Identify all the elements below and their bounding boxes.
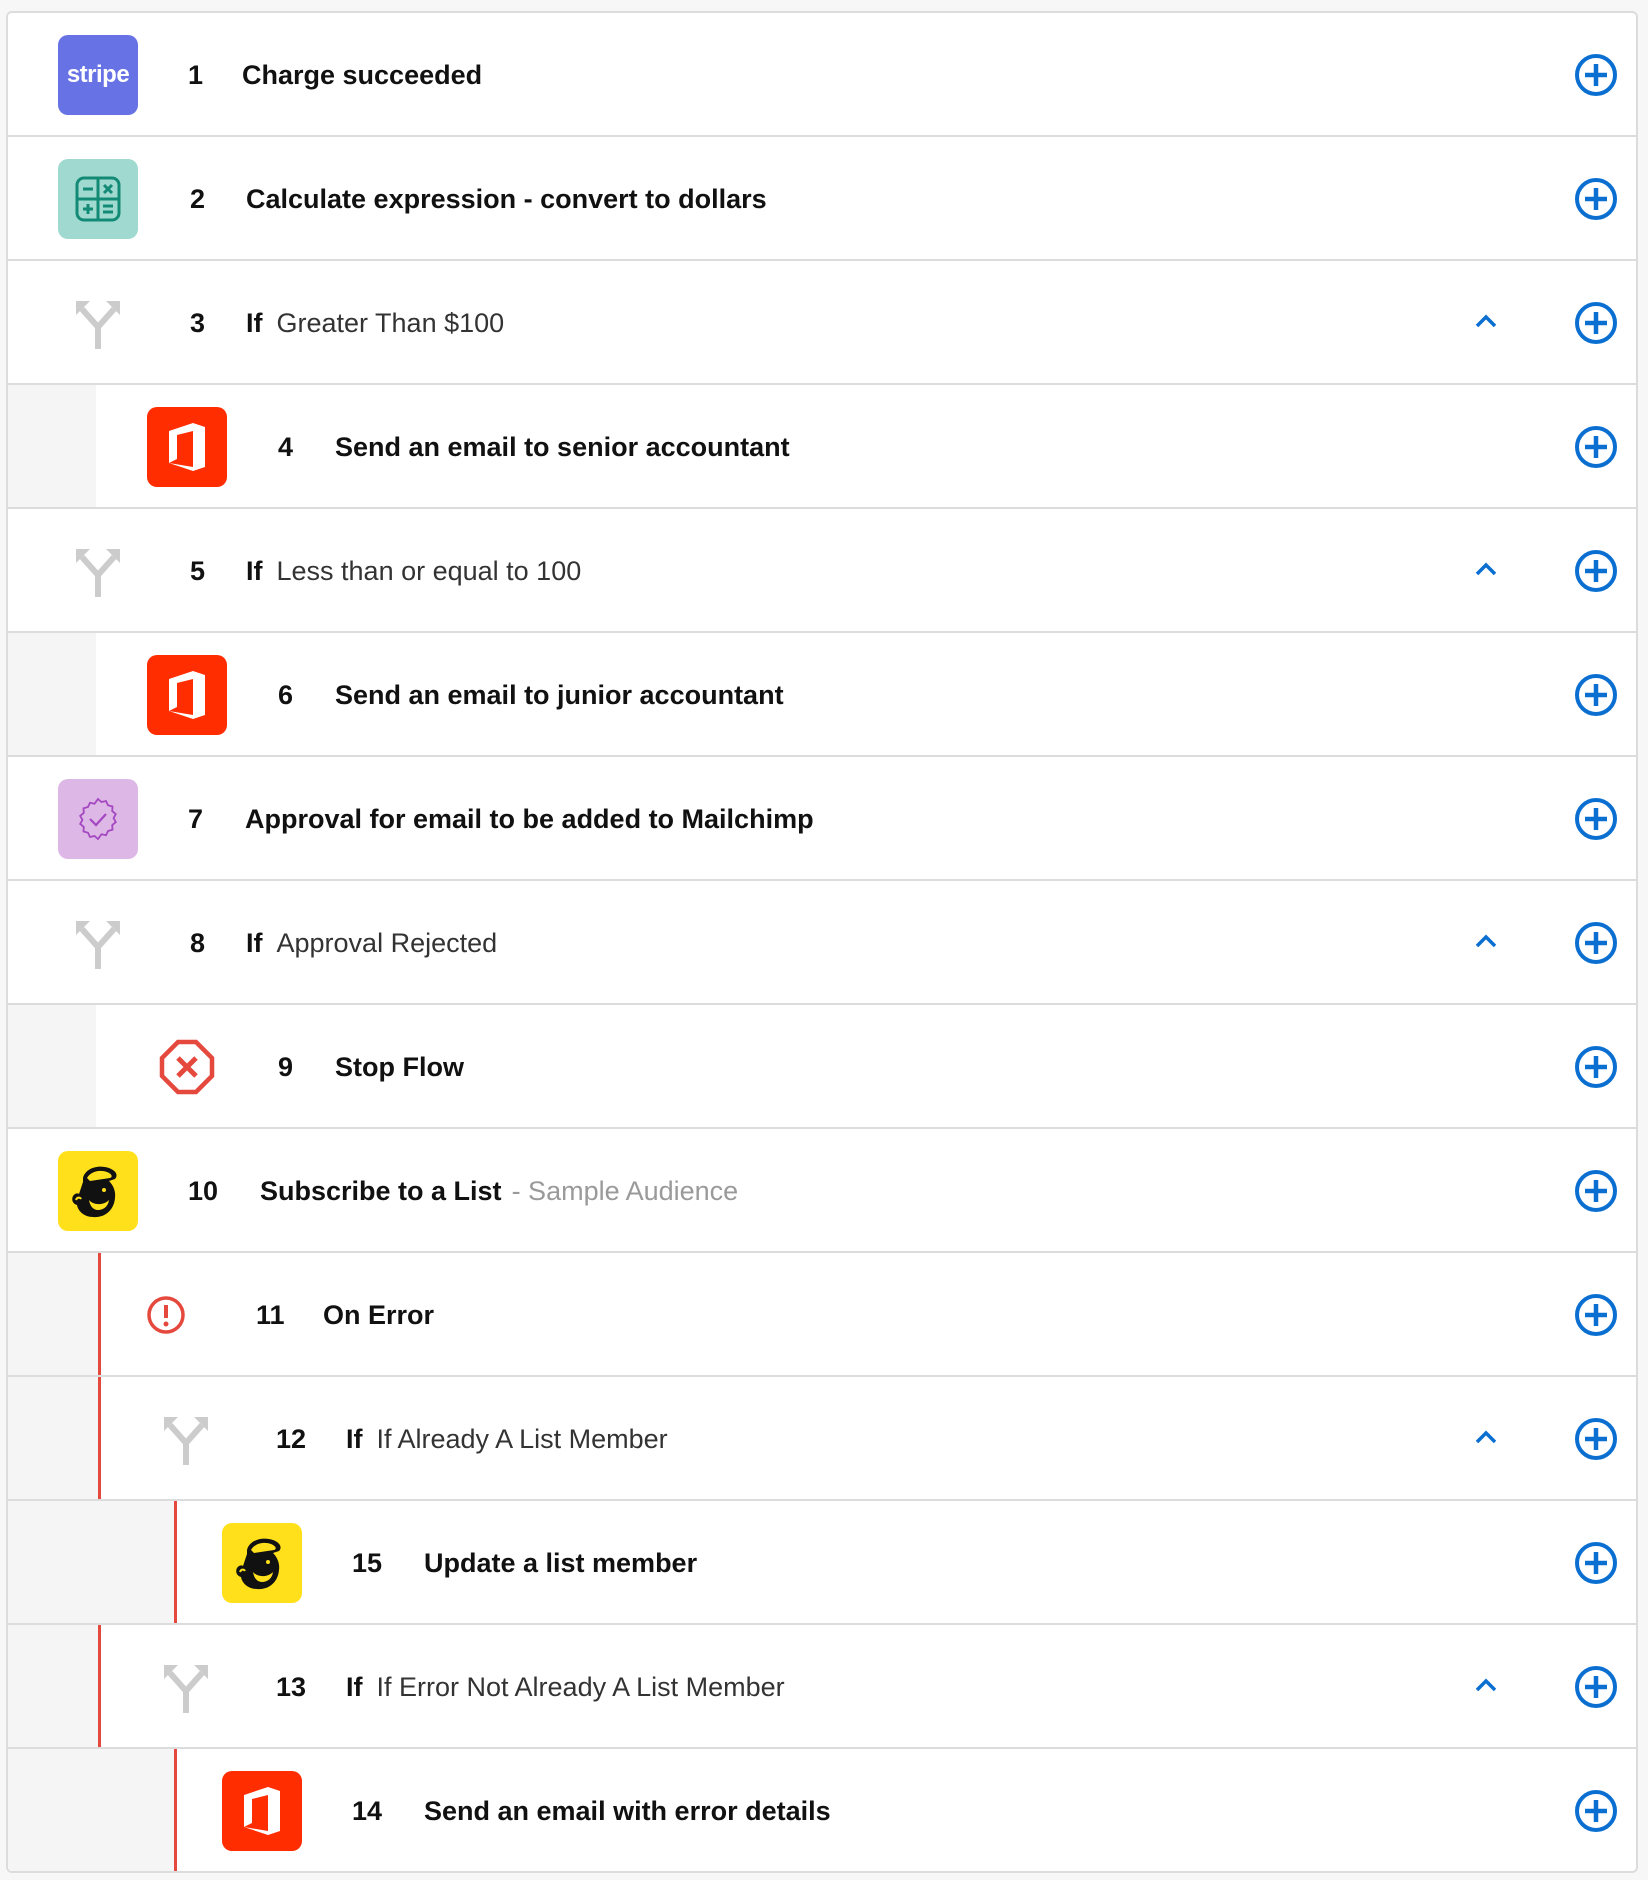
plus-circle-icon[interactable] <box>1574 301 1618 345</box>
indent-strip <box>8 1501 174 1623</box>
step-row-3[interactable]: 3 If Greater Than $100 <box>8 261 1636 385</box>
mailchimp-icon <box>58 1151 138 1231</box>
step-number: 4 <box>278 432 294 462</box>
step-title[interactable]: Calculate expression - convert to dollar… <box>246 137 767 261</box>
plus-circle-icon[interactable] <box>1574 425 1618 469</box>
step-row-9[interactable]: 9 Stop Flow <box>8 1005 1636 1129</box>
step-row-1[interactable]: stripe 1 Charge succeeded <box>8 13 1636 137</box>
step-row-6[interactable]: 6 Send an email to junior accountant <box>8 633 1636 757</box>
branch-icon <box>58 283 138 363</box>
step-title[interactable]: Approval for email to be added to Mailch… <box>245 757 814 881</box>
step-row-14[interactable]: 14 Send an email with error details <box>8 1749 1636 1871</box>
branch-icon <box>146 1399 226 1479</box>
step-title[interactable]: If Greater Than $100 <box>246 261 504 385</box>
indent-strip <box>8 1377 99 1499</box>
step-row-11[interactable]: 11 On Error <box>8 1253 1636 1377</box>
step-number: 5 <box>190 556 206 586</box>
step-title[interactable]: If If Error Not Already A List Member <box>346 1625 785 1749</box>
step-row-5[interactable]: 5 If Less than or equal to 100 <box>8 509 1636 633</box>
indent-strip <box>8 1005 96 1127</box>
step-title[interactable]: Update a list member <box>424 1501 697 1625</box>
step-number: 6 <box>278 680 294 710</box>
office-icon <box>222 1771 302 1851</box>
error-branch-line <box>98 1625 101 1747</box>
branch-icon <box>146 1647 226 1727</box>
office-icon <box>147 407 227 487</box>
indent-strip <box>8 633 96 755</box>
branch-icon <box>58 531 138 611</box>
indent-strip <box>8 1625 99 1747</box>
step-title[interactable]: If Less than or equal to 100 <box>246 509 581 633</box>
error-branch-line <box>174 1501 177 1623</box>
step-number: 14 <box>352 1796 383 1826</box>
plus-circle-icon[interactable] <box>1574 1417 1618 1461</box>
step-title[interactable]: Send an email to junior accountant <box>335 633 784 757</box>
chevron-up-icon[interactable] <box>1472 309 1500 333</box>
step-number: 7 <box>188 804 204 834</box>
step-title[interactable]: If Approval Rejected <box>246 881 497 1005</box>
step-number: 13 <box>276 1672 307 1702</box>
step-number: 11 <box>256 1300 285 1330</box>
plus-circle-icon[interactable] <box>1574 1541 1618 1585</box>
error-branch-line <box>174 1749 177 1871</box>
step-row-12[interactable]: 12 If If Already A List Member <box>8 1377 1636 1501</box>
step-row-15[interactable]: 15 Update a list member <box>8 1501 1636 1625</box>
step-row-4[interactable]: 4 Send an email to senior accountant <box>8 385 1636 509</box>
step-row-2[interactable]: 2 Calculate expression - convert to doll… <box>8 137 1636 261</box>
indent-strip <box>8 1253 99 1375</box>
step-number: 2 <box>190 184 206 214</box>
step-number: 15 <box>352 1548 383 1578</box>
plus-circle-icon[interactable] <box>1574 1293 1618 1337</box>
stripe-icon: stripe <box>58 35 138 115</box>
step-row-8[interactable]: 8 If Approval Rejected <box>8 881 1636 1005</box>
step-title[interactable]: Send an email with error details <box>424 1749 831 1871</box>
plus-circle-icon[interactable] <box>1574 1169 1618 1213</box>
indent-strip <box>8 1749 174 1871</box>
plus-circle-icon[interactable] <box>1574 797 1618 841</box>
plus-circle-icon[interactable] <box>1574 921 1618 965</box>
office-icon <box>147 655 227 735</box>
chevron-up-icon[interactable] <box>1472 1425 1500 1449</box>
step-title[interactable]: If If Already A List Member <box>346 1377 668 1501</box>
step-row-10[interactable]: 10 Subscribe to a List - Sample Audience <box>8 1129 1636 1253</box>
branch-icon <box>58 903 138 983</box>
step-title[interactable]: Subscribe to a List - Sample Audience <box>260 1129 738 1253</box>
plus-circle-icon[interactable] <box>1574 673 1618 717</box>
step-number: 1 <box>188 60 204 90</box>
step-title[interactable]: On Error <box>323 1253 434 1377</box>
chevron-up-icon[interactable] <box>1472 929 1500 953</box>
error-alert-icon <box>126 1275 206 1355</box>
error-branch-line <box>98 1377 101 1499</box>
plus-circle-icon[interactable] <box>1574 1045 1618 1089</box>
chevron-up-icon[interactable] <box>1472 557 1500 581</box>
step-number: 3 <box>190 308 206 338</box>
workflow-steps-list: stripe 1 Charge succeeded 2 Calculate ex… <box>6 11 1638 1873</box>
step-row-13[interactable]: 13 If If Error Not Already A List Member <box>8 1625 1636 1749</box>
step-number: 12 <box>276 1424 307 1454</box>
plus-circle-icon[interactable] <box>1574 177 1618 221</box>
chevron-up-icon[interactable] <box>1472 1673 1500 1697</box>
step-number: 10 <box>188 1176 219 1206</box>
plus-circle-icon[interactable] <box>1574 549 1618 593</box>
step-row-7[interactable]: 7 Approval for email to be added to Mail… <box>8 757 1636 881</box>
step-title[interactable]: Charge succeeded <box>242 13 482 137</box>
error-branch-line <box>98 1253 101 1375</box>
approval-badge-icon <box>58 779 138 859</box>
stop-icon <box>147 1027 227 1107</box>
plus-circle-icon[interactable] <box>1574 53 1618 97</box>
plus-circle-icon[interactable] <box>1574 1789 1618 1833</box>
step-number: 8 <box>190 928 206 958</box>
indent-strip <box>8 385 96 507</box>
mailchimp-icon <box>222 1523 302 1603</box>
calculator-icon <box>58 159 138 239</box>
step-number: 9 <box>278 1052 294 1082</box>
step-title[interactable]: Send an email to senior accountant <box>335 385 790 509</box>
plus-circle-icon[interactable] <box>1574 1665 1618 1709</box>
step-title[interactable]: Stop Flow <box>335 1005 464 1129</box>
